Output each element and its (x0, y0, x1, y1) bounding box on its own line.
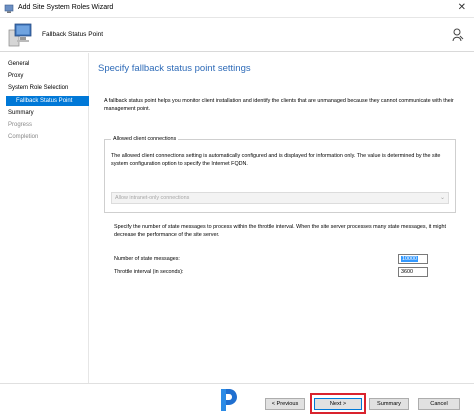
throttle-description: Specify the number of state messages to … (114, 224, 446, 238)
summary-button[interactable]: Summary (369, 398, 409, 410)
step-summary: Summary (8, 110, 34, 116)
main-panel: Specify fallback status point settings A… (90, 53, 474, 383)
step-progress: Progress (8, 122, 33, 128)
brand-logo (221, 389, 237, 411)
step-proxy: Proxy (8, 73, 24, 79)
allowed-connections-group: Allowed client connections The allowed c… (104, 136, 456, 213)
intro-text: A fallback status point helps you monito… (104, 98, 454, 112)
dropdown-value: Allow intranet-only connections (115, 195, 190, 201)
footer-divider (0, 383, 474, 384)
title-bar: Add Site System Roles Wizard ✕ (0, 0, 474, 18)
wizard-steps: General Proxy System Role Selection Fall… (0, 53, 89, 383)
cancel-button[interactable]: Cancel (418, 398, 460, 410)
wizard-header: Fallback Status Point (0, 18, 474, 52)
page-heading: Specify fallback status point settings (98, 63, 251, 74)
chevron-down-icon: ⌄ (439, 195, 445, 201)
group-legend: Allowed client connections (111, 136, 179, 142)
state-messages-label: Number of state messages: (114, 256, 180, 262)
previous-button[interactable]: < Previous (265, 398, 305, 410)
user-icon (452, 28, 464, 42)
step-general: General (8, 61, 30, 67)
state-messages-value: 10000 (401, 256, 418, 262)
step-completion: Completion (8, 134, 39, 140)
window-title: Add Site System Roles Wizard (18, 4, 114, 11)
throttle-interval-input[interactable]: 3600 (398, 267, 428, 277)
throttle-interval-label: Throttle interval (in seconds): (114, 269, 184, 275)
page-name: Fallback Status Point (42, 31, 104, 38)
next-button[interactable]: Next > (314, 398, 362, 410)
computer-icon (8, 23, 32, 47)
step-fallback-status-point: Fallback Status Point (6, 96, 89, 106)
close-icon[interactable]: ✕ (458, 2, 466, 13)
group-description: The allowed client connections setting i… (111, 153, 441, 167)
step-system-role-selection: System Role Selection (8, 85, 69, 91)
connections-dropdown: Allow intranet-only connections ⌄ (111, 192, 449, 204)
app-icon (4, 4, 14, 13)
state-messages-input[interactable]: 10000 (398, 254, 428, 264)
